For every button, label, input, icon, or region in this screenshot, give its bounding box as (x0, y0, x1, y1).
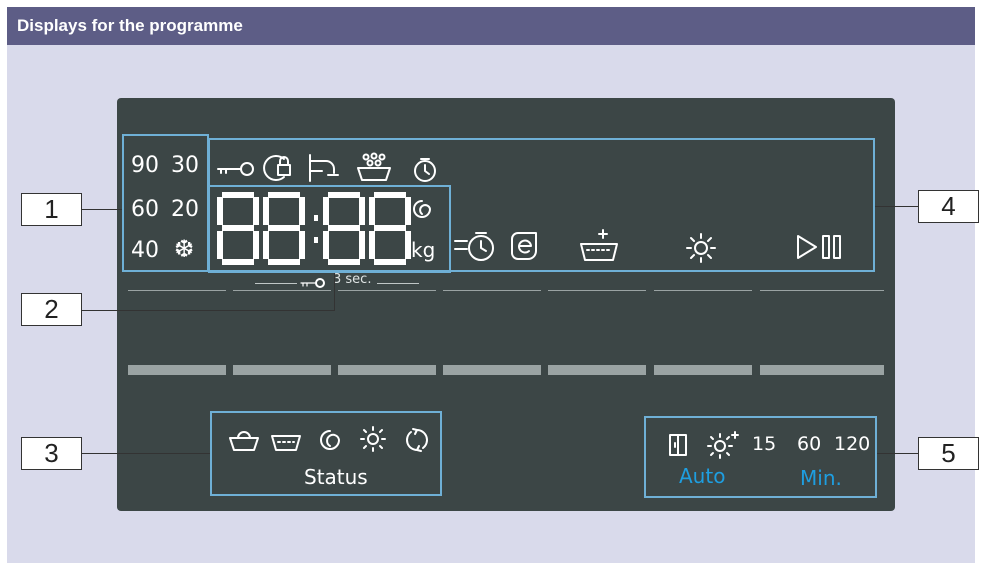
callout-2: 2 (21, 293, 82, 326)
temp-30: 30 (171, 153, 199, 178)
page-title: Displays for the programme (17, 16, 243, 35)
option-60: 60 (797, 433, 822, 455)
finish-icon (406, 428, 428, 452)
progress-bar-segment (233, 365, 331, 375)
segment-line (233, 290, 331, 291)
timer-icon (414, 158, 436, 182)
segment-line (760, 290, 884, 291)
progress-bar-segment (548, 365, 646, 375)
drying-icon (360, 426, 386, 452)
progress-bar-segment (128, 365, 226, 375)
eco-icon (511, 232, 537, 260)
progress-bar-segment (760, 365, 884, 375)
rinse-icon (271, 435, 301, 451)
lock-hint-line-left (255, 283, 297, 284)
segment-line (443, 290, 541, 291)
option-120: 120 (834, 433, 871, 455)
door-lock-icon (263, 155, 291, 181)
leader-line-1 (82, 209, 122, 210)
progress-bar-segment (443, 365, 541, 375)
segment-line (548, 290, 646, 291)
segment-line (128, 290, 226, 291)
auto-label: Auto (679, 464, 726, 488)
lock-hint-line-right (377, 283, 419, 284)
leader-line-2 (82, 310, 335, 311)
start-pause-icon (797, 235, 841, 259)
additional-rinse-icon (580, 229, 618, 261)
temp-20: 20 (171, 197, 199, 222)
status-label: Status (304, 465, 368, 489)
drying-icon (686, 233, 716, 263)
door-icon (669, 434, 687, 456)
lock-hint-text: 3 sec. (333, 272, 372, 287)
leader-line-2-vertical (334, 273, 335, 310)
wash-icon (229, 431, 259, 451)
child-lock-key-icon (300, 278, 325, 288)
segment-line (654, 290, 752, 291)
cold-icon: ❆ (174, 235, 195, 263)
leader-line-5 (877, 453, 918, 454)
drying-plus-icon (707, 431, 739, 459)
callout-3: 3 (21, 437, 82, 470)
temp-60: 60 (131, 197, 159, 222)
child-lock-key-icon (217, 162, 254, 176)
progress-bar-segment (654, 365, 752, 375)
option-15: 15 (752, 433, 777, 455)
water-tap-icon (309, 154, 339, 182)
progress-bar-segment (338, 365, 436, 375)
temp-40: 40 (131, 238, 159, 263)
foam-icon (357, 152, 391, 181)
callout-4: 4 (918, 190, 979, 223)
header-bar: Displays for the programme (7, 7, 975, 45)
leader-line-3 (82, 453, 210, 454)
temp-90: 90 (131, 153, 159, 178)
callout-5: 5 (918, 437, 979, 470)
minutes-label: Min. (800, 466, 842, 490)
segment-line (338, 290, 436, 291)
leader-line-4 (875, 206, 918, 207)
spin-icon (320, 430, 340, 450)
ready-in-time-icon (454, 232, 494, 261)
callout-1: 1 (21, 193, 82, 226)
